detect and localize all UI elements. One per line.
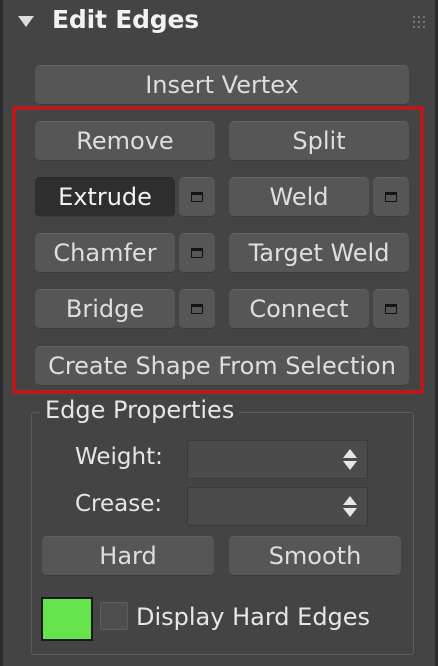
connect-button[interactable]: Connect: [229, 289, 369, 329]
settings-box-icon: [385, 304, 397, 314]
split-button[interactable]: Split: [229, 121, 409, 161]
spinner-arrows-icon[interactable]: [343, 449, 357, 471]
remove-button[interactable]: Remove: [35, 121, 215, 161]
spinner-arrows-icon[interactable]: [343, 496, 357, 518]
create-shape-button[interactable]: Create Shape From Selection: [35, 346, 409, 386]
panel-left-edge: [0, 0, 3, 666]
weight-spinner[interactable]: [187, 440, 368, 479]
settings-box-icon: [385, 192, 397, 202]
display-hard-edges-checkbox[interactable]: [100, 602, 128, 630]
chamfer-settings-button[interactable]: [179, 233, 215, 273]
spinner-down-icon[interactable]: [343, 461, 357, 470]
bridge-button[interactable]: Bridge: [35, 289, 175, 329]
rollout-title: Edit Edges: [52, 5, 199, 34]
target-weld-button[interactable]: Target Weld: [229, 233, 409, 273]
settings-box-icon: [191, 192, 203, 202]
edit-edges-panel: Edit Edges Insert Vertex Remove Split Ex…: [0, 0, 438, 666]
spinner-down-icon[interactable]: [343, 508, 357, 517]
settings-box-icon: [191, 304, 203, 314]
drag-grip-icon[interactable]: [413, 16, 427, 30]
chamfer-button[interactable]: Chamfer: [35, 233, 175, 273]
crease-spinner[interactable]: [187, 487, 368, 526]
bridge-settings-button[interactable]: [179, 289, 215, 329]
smooth-button[interactable]: Smooth: [229, 536, 401, 576]
hard-edge-color-swatch[interactable]: [41, 597, 93, 641]
spinner-up-icon[interactable]: [343, 496, 357, 505]
connect-settings-button[interactable]: [373, 289, 409, 329]
crease-label: Crease:: [75, 491, 163, 517]
insert-vertex-button[interactable]: Insert Vertex: [35, 65, 409, 105]
weight-label: Weight:: [75, 444, 163, 470]
rollout-header[interactable]: Edit Edges: [14, 2, 434, 46]
edge-properties-title: Edge Properties: [40, 396, 240, 424]
weld-settings-button[interactable]: [373, 177, 409, 217]
extrude-settings-button[interactable]: [179, 177, 215, 217]
extrude-button[interactable]: Extrude: [35, 177, 175, 217]
spinner-up-icon[interactable]: [343, 449, 357, 458]
hard-button[interactable]: Hard: [42, 536, 214, 576]
settings-box-icon: [191, 248, 203, 258]
weld-button[interactable]: Weld: [229, 177, 369, 217]
display-hard-edges-label: Display Hard Edges: [136, 603, 371, 631]
triangle-down-icon[interactable]: [18, 16, 34, 27]
